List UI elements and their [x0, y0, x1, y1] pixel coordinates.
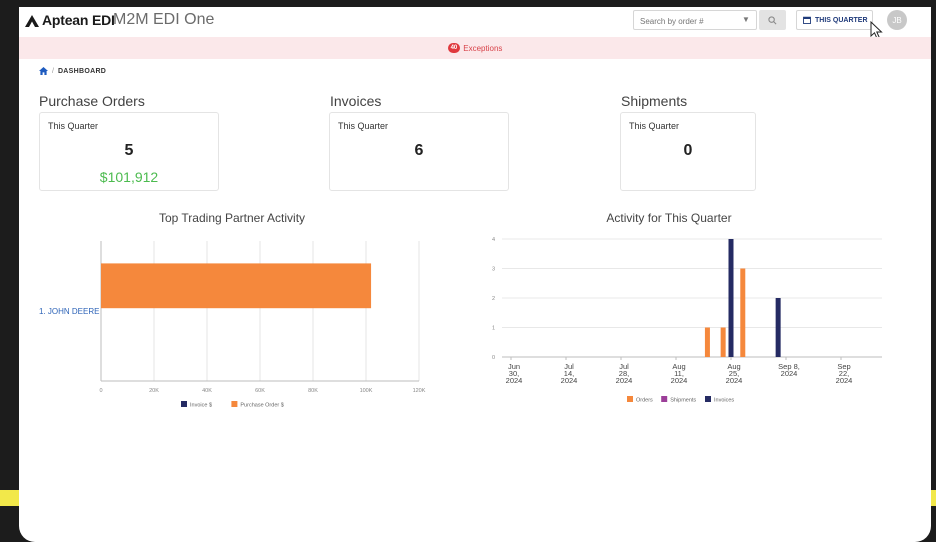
x-tick-label: 120K: [413, 388, 426, 394]
search-button[interactable]: [759, 10, 786, 30]
y-tick-label: 3: [492, 267, 495, 273]
legend-swatch: [181, 401, 187, 407]
x-tick-label: 60K: [255, 388, 265, 394]
shipments-card[interactable]: This Quarter 0: [620, 112, 756, 191]
x-tick-label: 2024: [726, 376, 743, 385]
invoices-count: 6: [414, 142, 424, 159]
home-icon[interactable]: [39, 67, 48, 75]
y-tick-label: 1: [492, 326, 495, 332]
search-icon: [768, 15, 777, 24]
purchase-orders-amount: $101,912: [99, 169, 159, 185]
breadcrumb-current: DASHBOARD: [57, 67, 107, 75]
x-tick-label: 2024: [561, 376, 578, 385]
x-tick-label: 2024: [781, 369, 798, 378]
app-window: Aptean EDI M2M EDI One ▼ THIS QUARTER JB…: [19, 7, 931, 542]
activity-chart-title: Activity for This Quarter: [606, 211, 732, 225]
x-tick-label: 2024: [616, 376, 633, 385]
invoices-card[interactable]: This Quarter 6: [329, 112, 509, 191]
trading-partner-chart: 0 20K 40K 60K 80K 100K 120K 1. JOHN DEERE Invoic…: [39, 241, 426, 409]
legend-label: Invoice $: [190, 403, 212, 409]
x-tick-label: 100K: [360, 388, 373, 394]
dropdown-caret-icon[interactable]: ▼: [742, 15, 750, 24]
x-tick-label: 20K: [149, 388, 159, 394]
legend-swatch: [705, 396, 711, 402]
trading-partner-chart-title: Top Trading Partner Activity: [158, 211, 306, 225]
period-label: THIS QUARTER: [815, 16, 868, 24]
legend-label: Purchase Order $: [240, 403, 283, 409]
invoices-period: This Quarter: [338, 121, 389, 131]
legend-swatch: [661, 396, 668, 402]
bar-orders: [740, 268, 746, 357]
purchase-orders-title: Purchase Orders: [39, 93, 145, 109]
user-avatar[interactable]: JB: [887, 10, 907, 30]
calendar-icon: [803, 16, 811, 24]
breadcrumb: / DASHBOARD: [39, 67, 106, 75]
legend-label: Invoices: [714, 398, 734, 404]
exceptions-banner[interactable]: 40 Exceptions: [19, 37, 931, 59]
shipments-title: Shipments: [621, 93, 688, 109]
purchase-orders-count: 5: [124, 142, 134, 159]
y-tick-label: 4: [492, 237, 495, 243]
top-bar: Aptean EDI M2M EDI One ▼ THIS QUARTER JB: [19, 7, 931, 40]
invoices-title: Invoices: [330, 93, 382, 109]
shipments-count: 0: [683, 142, 693, 159]
legend-label: Orders: [636, 398, 653, 404]
x-tick-label: 0: [99, 388, 102, 394]
shipments-period: This Quarter: [629, 121, 680, 131]
bar-orders: [720, 327, 726, 357]
legend-label: Shipments: [670, 398, 696, 404]
legend-swatch: [627, 396, 633, 402]
exceptions-link[interactable]: Exceptions: [463, 44, 502, 53]
x-tick-label: 2024: [836, 376, 853, 385]
exceptions-count-badge: 40: [447, 43, 461, 53]
x-tick-label: 40K: [202, 388, 212, 394]
x-tick-label: 80K: [308, 388, 318, 394]
legend-swatch: [231, 401, 238, 407]
purchase-orders-card[interactable]: This Quarter 5 $101,912: [39, 112, 219, 191]
brand-name: Aptean EDI: [42, 12, 115, 28]
x-tick-label: 2024: [506, 376, 523, 385]
category-label: 1. JOHN DEERE: [39, 307, 99, 316]
order-search-input[interactable]: [634, 12, 734, 31]
order-search[interactable]: ▼: [633, 10, 757, 31]
activity-chart: 01234Jun30,2024Jul14,2024Jul28,2024Aug11…: [492, 237, 882, 404]
x-tick-label: 2024: [671, 376, 688, 385]
aptean-logo-icon: [25, 15, 39, 27]
y-tick-label: 2: [492, 296, 495, 302]
bar-purchase-order: [101, 263, 372, 309]
bar-invoices: [728, 239, 734, 357]
breadcrumb-separator: /: [52, 67, 54, 75]
bar-orders: [704, 327, 710, 357]
period-selector-button[interactable]: THIS QUARTER: [796, 10, 873, 30]
app-title: M2M EDI One: [113, 11, 215, 28]
purchase-orders-period: This Quarter: [48, 121, 99, 131]
y-tick-label: 0: [492, 355, 495, 361]
bar-invoices: [775, 298, 781, 357]
